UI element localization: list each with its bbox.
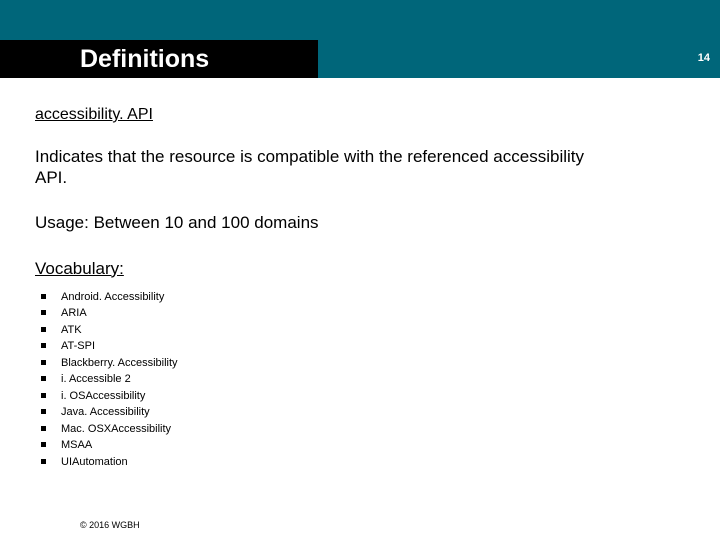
list-item: Blackberry. Accessibility [37,355,685,372]
list-item: ARIA [37,305,685,322]
term-heading: accessibility. API [35,106,685,124]
list-item: Java. Accessibility [37,404,685,421]
list-item: MSAA [37,437,685,454]
slide-title: Definitions [80,45,209,74]
vocabulary-list: Android. Accessibility ARIA ATK AT-SPI B… [37,289,685,471]
term-description: Indicates that the resource is compatibl… [35,146,595,189]
page-number: 14 [698,52,710,64]
list-item: Mac. OSXAccessibility [37,421,685,438]
title-bar: Definitions [0,40,318,78]
list-item: ATK [37,322,685,339]
list-item: AT-SPI [37,338,685,355]
slide-content: accessibility. API Indicates that the re… [0,78,720,470]
copyright-footer: © 2016 WGBH [80,520,140,530]
list-item: i. OSAccessibility [37,388,685,405]
vocabulary-label: Vocabulary: [35,259,685,279]
slide-header: Definitions 14 [0,0,720,78]
list-item: Android. Accessibility [37,289,685,306]
list-item: UIAutomation [37,454,685,471]
list-item: i. Accessible 2 [37,371,685,388]
usage-line: Usage: Between 10 and 100 domains [35,213,685,233]
